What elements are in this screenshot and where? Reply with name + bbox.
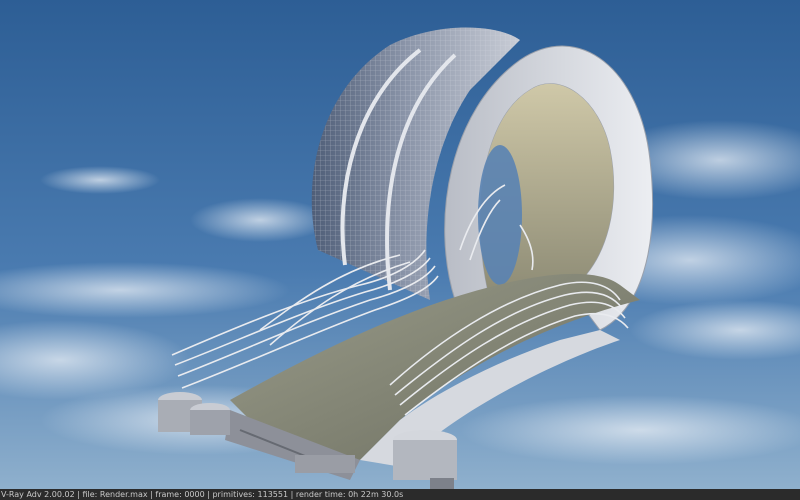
render-viewport <box>0 0 800 500</box>
status-bar-text: V-Ray Adv 2.00.02 | file: Render.max | f… <box>1 490 404 499</box>
status-bar: V-Ray Adv 2.00.02 | file: Render.max | f… <box>0 489 800 500</box>
